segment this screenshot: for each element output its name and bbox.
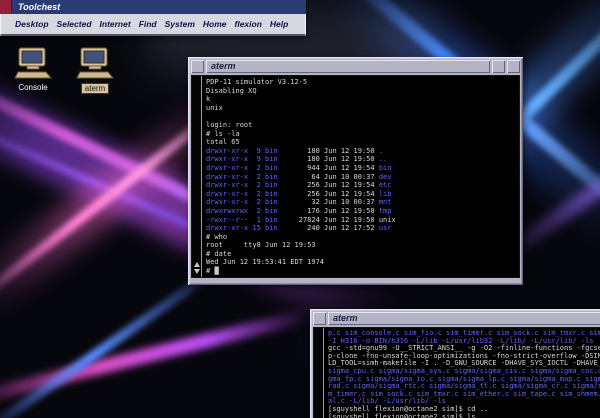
- terminal-scrollbar[interactable]: [314, 328, 324, 418]
- terminal-line: drwxr-xr-x 2 bin 32 Jun 10 00:37 mnt: [206, 198, 518, 207]
- terminal-line: drwxr-xr-x 9 bin 180 Jun 12 19:50 .: [206, 147, 518, 156]
- menu-item-home[interactable]: Home: [203, 19, 227, 29]
- terminal2-screen[interactable]: p.c sim_console.c sim_fio.c sim_timer.c …: [324, 328, 600, 418]
- terminal-line: [206, 112, 518, 121]
- window-title: aterm: [206, 60, 490, 73]
- terminal-line: drwxr-xr-x 2 bin 944 Jun 12 19:54 bin: [206, 164, 518, 173]
- window-menu-button[interactable]: [191, 60, 204, 73]
- menu-item-flexion[interactable]: flexion: [235, 19, 262, 29]
- menu-item-find[interactable]: Find: [139, 19, 157, 29]
- window-title-bar[interactable]: aterm: [191, 60, 520, 73]
- terminal-line: drwxr-xr-x 9 bin 180 Jun 12 19:50 ..: [206, 155, 518, 164]
- terminal-line: # ls -la: [206, 130, 518, 139]
- terminal-line: total 65: [206, 138, 518, 147]
- terminal1-screen[interactable]: PDP-11 simulator V3.12-5Disabling XQkuni…: [202, 76, 519, 277]
- terminal-line: drwxr-xr-x 2 bin 64 Jun 10 00:37 dev: [206, 173, 518, 182]
- desktop-icon-label: aterm: [81, 83, 109, 94]
- scroll-up-arrow[interactable]: [194, 262, 200, 267]
- terminal-line: unix: [206, 104, 518, 113]
- toolchest-menu: Desktop Selected Internet Find System Homefle…: [0, 14, 306, 36]
- window-title-bar[interactable]: aterm: [313, 312, 600, 325]
- desktop-icons: Console aterm: [8, 46, 120, 94]
- desktop-icon-aterm[interactable]: aterm: [70, 46, 120, 94]
- workstation-icon: [13, 46, 53, 82]
- desktop-icon-label: Console: [18, 83, 47, 92]
- desktop-icon-console[interactable]: Console: [8, 46, 58, 94]
- terminal-line: -rwxr--r-- 1 bin 27824 Jun 12 19:50 unix: [206, 216, 518, 225]
- toolchest: Toolchest Desktop Selected Internet Find Sys…: [0, 0, 306, 36]
- terminal-line: Wed Jun 12 19:53:41 EDT 1974: [206, 258, 518, 267]
- menu-item-desktop[interactable]: Desktop: [15, 19, 49, 29]
- terminal-line: drwxr-xr-x 2 bin 256 Jun 12 19:54 lib: [206, 190, 518, 199]
- desktop: Toolchest Desktop Selected Internet Find Sys…: [0, 0, 600, 418]
- terminal-window-main: aterm PDP-11 simulator V3.12-5Disabling …: [188, 57, 523, 285]
- terminal-line: login: root: [206, 121, 518, 130]
- window-title: aterm: [328, 312, 600, 325]
- terminal-line: PDP-11 simulator V3.12-5: [206, 78, 518, 87]
- menu-item-internet[interactable]: Internet: [100, 19, 131, 29]
- maximize-button[interactable]: [507, 60, 520, 73]
- toolchest-grip[interactable]: [0, 0, 12, 14]
- terminal-line: k: [206, 95, 518, 104]
- toolchest-title: Toolchest: [12, 0, 306, 14]
- wallpaper-streak: [0, 308, 311, 409]
- terminal-line: [sguyshell flexion@octane2 sim]$ ls: [328, 414, 600, 418]
- terminal-line: # who: [206, 233, 518, 242]
- workstation-icon: [75, 46, 115, 82]
- menu-item-system[interactable]: System: [165, 19, 195, 29]
- menu-item-selected[interactable]: Selected: [57, 19, 92, 29]
- terminal-line: # █: [206, 267, 518, 276]
- terminal-scrollbar[interactable]: [192, 76, 202, 277]
- menu-item-help[interactable]: Help: [270, 19, 288, 29]
- terminal-line: drwxr-xr-x 15 bin 240 Jun 12 17:52 usr: [206, 224, 518, 233]
- minimize-button[interactable]: [492, 60, 505, 73]
- window-menu-button[interactable]: [313, 312, 326, 325]
- scroll-down-arrow[interactable]: [194, 269, 200, 274]
- terminal-window-bottom: aterm p.c sim_console.c sim_fio.c sim_ti…: [310, 309, 600, 418]
- terminal-line: drwxrwxrwx 2 bin 176 Jun 12 19:50 tmp: [206, 207, 518, 216]
- terminal-line: Disabling XQ: [206, 87, 518, 96]
- toolchest-title-bar[interactable]: Toolchest: [0, 0, 306, 14]
- terminal-line: # date: [206, 250, 518, 259]
- terminal-line: drwxr-xr-x 2 bin 256 Jun 12 19:54 etc: [206, 181, 518, 190]
- terminal-line: root tty8 Jun 12 19:53: [206, 241, 518, 250]
